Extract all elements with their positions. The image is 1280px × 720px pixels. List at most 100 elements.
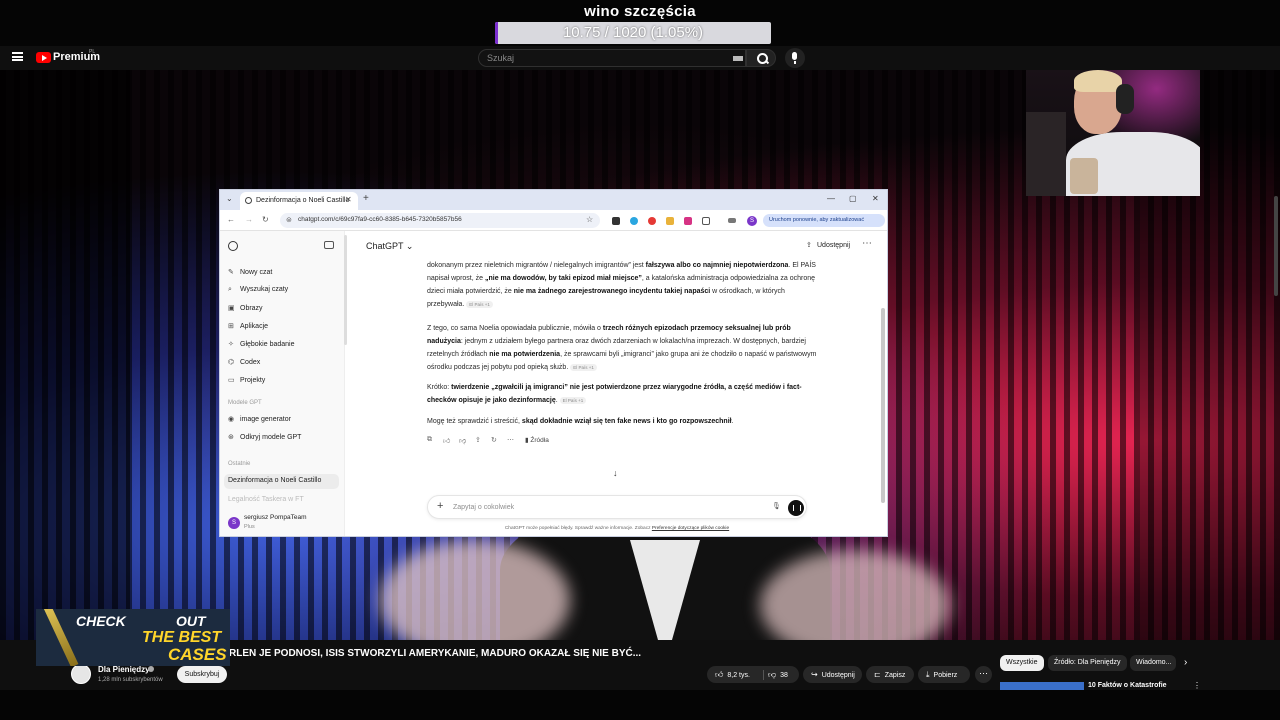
promo-line-2: OUT [176,613,206,629]
voice-search-button[interactable] [785,48,805,68]
citation-chip[interactable]: El País +1 [466,300,493,308]
extension-5-icon[interactable] [684,217,692,225]
sidebar-gpt-item[interactable]: ◉ image generator [228,415,291,423]
stream-goal-title: wino szczęścia [584,3,696,20]
sources-button[interactable]: ▮ Źródła [525,436,549,444]
citation-chip[interactable]: El País +1 [570,363,597,371]
back-icon[interactable]: ← [227,215,235,224]
minimize-icon[interactable]: — [827,194,835,203]
text-segment: dokonanym przez nieletnich migrantów / n… [427,262,646,269]
codex-icon: ⌬ [228,359,235,366]
sidebar-item-label: Codex [240,359,261,366]
sidebar-item-wyszukaj-czaty[interactable]: ⌕ Wyszukaj czaty [228,286,288,294]
promo-line-1: CHECK [76,613,126,629]
thumbs-down-icon[interactable]: 👎︎ [459,436,466,445]
tab-search-icon[interactable]: ⌄ [226,194,233,203]
channel-avatar[interactable] [71,664,91,684]
attach-plus-icon[interactable]: + [437,500,443,512]
chip-source-channel[interactable]: Źródło: Dla Pieniędzy [1048,655,1127,671]
chip-news[interactable]: Wiadomo... [1130,655,1176,671]
sidebar-chat-item[interactable]: Legalność Taskera w FT [228,496,304,503]
sidebar-chat-item[interactable]: Dezinformacja o Noeli Castillo [228,477,321,484]
openai-logo-icon[interactable] [228,241,238,251]
subscribe-button[interactable]: Subskrybuj [177,666,227,683]
text-segment: . [731,418,734,425]
search-input[interactable]: Szukaj [478,49,746,67]
profile-avatar[interactable]: S [747,216,757,226]
search-button[interactable] [746,49,776,67]
share-video-button[interactable]: ↪ Udostępnij [803,666,862,683]
extension-1-icon[interactable] [612,217,620,225]
headphones-icon [1116,84,1134,114]
hamburger-icon[interactable] [12,52,23,61]
share-icon[interactable]: ⇪ [475,436,481,444]
new-tab-icon[interactable]: + [363,193,369,204]
chat-scrollbar[interactable] [881,308,885,503]
sidebar-toggle-icon[interactable] [324,241,334,249]
extensions-puzzle-icon[interactable] [702,217,710,225]
chevron-right-icon[interactable]: › [1184,657,1187,668]
scroll-down-icon[interactable]: ↓ [613,468,618,478]
cookie-preferences-link[interactable]: Preferencje dotyczące plików cookie [652,526,729,531]
sidebar-gpt-item[interactable]: ⊛ Odkryj modele GPT [228,433,301,441]
bold-text: nie ma potwierdzenia [489,351,561,358]
sidebar-item-label: Aplikacje [240,323,269,330]
extension-4-icon[interactable] [666,217,674,225]
sidebar-item-aplikacje[interactable]: ⊞ Aplikacje [228,322,268,330]
assistant-paragraph: Z tego, co sama Noelia opowiadała public… [427,322,822,374]
dislike-button[interactable]: 👎︎ 38 [764,666,799,683]
like-count: 8,2 tys. [727,672,750,679]
citation-chip[interactable]: El País +1 [559,396,587,404]
sidebar-scrollbar[interactable] [344,235,347,345]
bookmark-star-icon[interactable]: ☆ [586,215,593,224]
youtube-logo-icon[interactable] [36,52,51,63]
download-icon: ⤓ [926,670,930,679]
recommendation-more-icon[interactable]: ⋮ [1193,681,1201,690]
recommendation-title[interactable]: 10 Faktów o Katastrofie [1088,682,1167,689]
share-button[interactable]: Udostępnij [817,242,850,249]
sidebar-item-głębokie-badanie[interactable]: ✧ Głębokie badanie [228,340,295,348]
share-icon[interactable]: ⇪ [806,241,812,249]
more-icon[interactable]: ⋯ [507,436,514,444]
download-button[interactable]: ⤓ Pobierz [918,666,970,683]
channel-name[interactable]: Dla Pieniędzy [98,665,150,674]
thumbs-up-icon[interactable]: 👍︎ [443,436,450,445]
extension-2-icon[interactable] [630,217,638,225]
extension-3-icon[interactable] [648,217,656,225]
close-tab-icon[interactable]: ✕ [345,195,352,204]
recommendation-thumbnail[interactable] [1000,682,1084,690]
copy-icon[interactable]: ⧉ [427,436,432,444]
tab-chatgpt[interactable]: Dezinformacja o Noeli Castillo ✕ [240,192,358,210]
regenerate-icon[interactable]: ↻ [491,436,497,444]
save-button[interactable]: ⊏ Zapisz [866,666,914,683]
more-options-icon[interactable]: ⋯ [862,238,872,249]
update-browser-button[interactable]: Uruchom ponownie, aby zaktualizować [763,214,885,227]
voice-mode-button[interactable] [788,500,804,516]
keyboard-icon[interactable] [733,56,743,61]
user-account[interactable]: sergiusz PompaTeam Plus [244,513,307,532]
sidebar-item-nowy-czat[interactable]: ✎ Nowy czat [228,268,272,276]
text-segment: Z tego, co sama Noelia opowiadała public… [427,325,603,332]
bookmark-icon: ⊏ [874,670,881,679]
sidebar-item-codex[interactable]: ⌬ Codex [228,358,260,366]
promo-line-4: CASES [168,645,227,664]
reload-icon[interactable]: ↻ [262,215,269,224]
url-input[interactable]: ⊜ chatgpt.com/c/69c97fa9-cc60-8385-b645-… [280,213,600,228]
text-segment: Krótko: [427,384,452,391]
page-scrollbar[interactable] [1274,196,1278,296]
media-controls-icon[interactable] [728,218,736,223]
site-info-icon[interactable]: ⊜ [286,216,292,224]
maximize-icon[interactable]: ▢ [849,194,857,203]
sidebar-item-projekty[interactable]: ▭ Projekty [228,376,265,384]
text-segment: Mogę też sprawdzić i streścić, [427,418,522,425]
sidebar-item-label: Obrazy [240,305,263,312]
chip-all[interactable]: Wszystkie [1000,655,1044,671]
mic-icon[interactable]: 🎙︎ [772,502,781,510]
forward-icon[interactable]: → [245,215,253,224]
close-window-icon[interactable]: ✕ [872,194,879,203]
composer-input[interactable]: + Zapytaj o cokolwiek 🎙︎ [427,495,807,519]
more-actions-icon[interactable]: ⋯ [975,666,992,683]
user-avatar[interactable]: S [228,517,240,529]
sidebar-item-obrazy[interactable]: ▣ Obrazy [228,304,263,312]
model-selector[interactable]: ChatGPT ⌄ [366,241,413,252]
